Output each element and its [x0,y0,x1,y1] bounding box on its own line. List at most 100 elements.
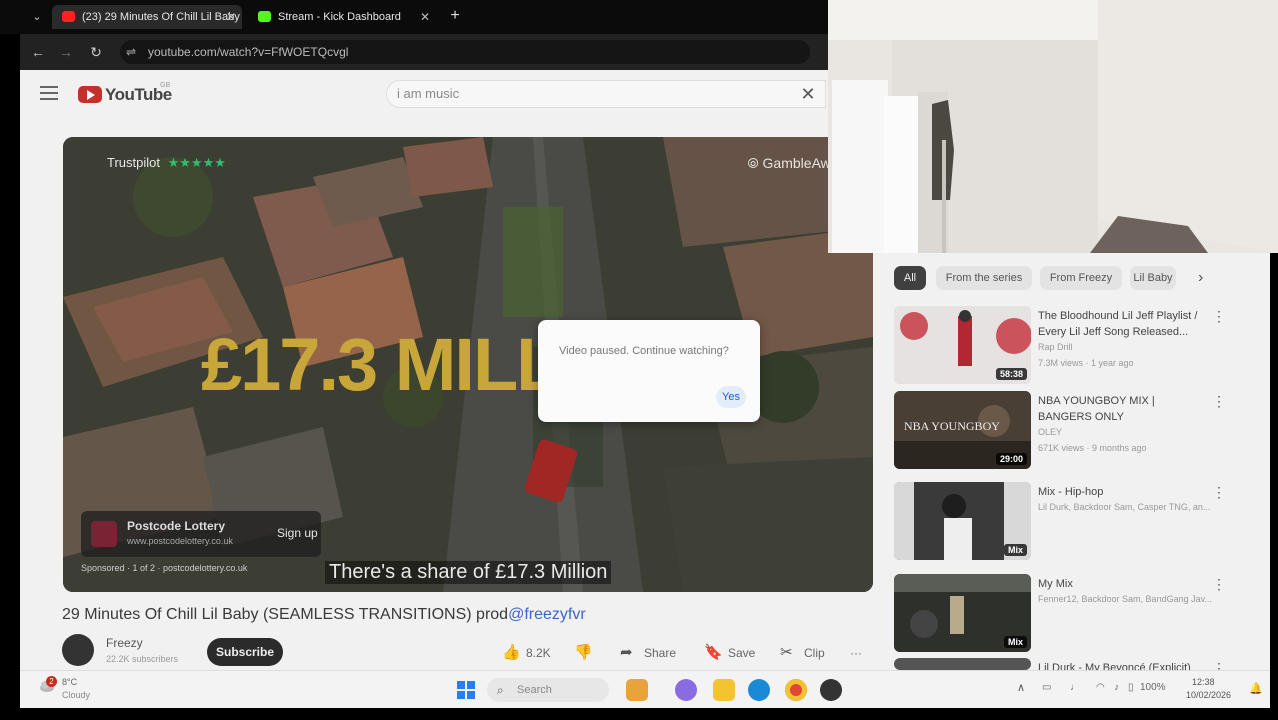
clock-time[interactable]: 12:38 [1192,677,1215,687]
tab-title: (23) 29 Minutes Of Chill Lil Baby [82,11,240,23]
volume-icon[interactable]: ♪ [1114,682,1119,693]
recommendation-meta: 7.3M views · 1 year ago [1038,358,1134,368]
kick-favicon-icon [258,11,271,22]
more-options-icon[interactable]: ⋮ [1212,484,1226,501]
hamburger-menu-icon[interactable] [40,86,58,100]
site-info-icon[interactable]: ⇌ [126,40,136,64]
battery-icon[interactable]: ▯ [1128,682,1134,693]
tab-close-icon[interactable]: ✕ [420,5,430,29]
recommendation-title[interactable]: NBA YOUNGBOY MIX | BANGERS ONLY [1038,393,1210,425]
recommendation-item[interactable]: Lil Durk - My Beyoncé (Explicit) ⋮ [894,658,1254,670]
tab-list-button[interactable]: ⌄ [26,6,48,28]
more-options-icon[interactable]: ⋮ [1212,393,1226,410]
more-actions-button[interactable]: ··· [850,640,862,666]
clip-icon: ✂ [780,644,793,661]
video-title-text: 29 Minutes Of Chill Lil Baby (SEAMLESS T… [62,606,509,623]
ad-info-text: Sponsored · 1 of 2 · postcodelottery.co.… [81,563,248,573]
pause-dialog: Video paused. Continue watching? Yes [538,320,760,422]
windows-start-icon[interactable] [457,681,475,699]
video-thumbnail[interactable]: Mix [894,482,1031,560]
reload-button[interactable]: ↻ [86,42,106,62]
video-thumbnail[interactable]: 58:38 [894,306,1031,384]
weather-temperature[interactable]: 8°C [62,677,77,687]
search-clear-icon[interactable]: ✕ [798,84,818,104]
more-options-icon[interactable]: ⋮ [1212,660,1226,670]
tab-title: Stream - Kick Dashboard [278,11,401,23]
mix-badge: Mix [1003,636,1027,648]
recommendation-title[interactable]: My Mix [1038,576,1210,592]
recommendation-title[interactable]: Lil Durk - My Beyoncé (Explicit) [1038,660,1210,670]
chip-from-freezy[interactable]: From Freezy [1040,266,1122,290]
clip-label: Clip [804,646,825,660]
recommendation-title[interactable]: Mix - Hip-hop [1038,484,1210,500]
chip-lil-baby[interactable]: Lil Baby [1130,266,1176,290]
trustpilot-text: Trustpilot [107,155,160,170]
recommendation-item[interactable]: NBA YOUNGBOY 29:00 NBA YOUNGBOY MIX | BA… [894,391,1254,469]
copilot-icon[interactable] [675,679,697,701]
recommendation-title[interactable]: The Bloodhound Lil Jeff Playlist / Every… [1038,308,1210,340]
youtube-play-icon [78,86,102,103]
microphone-tray-icon[interactable]: ♩ [1070,682,1080,693]
file-explorer-icon[interactable] [713,679,735,701]
back-button[interactable]: ← [28,42,48,62]
more-options-icon[interactable]: ⋮ [1212,308,1226,325]
like-button[interactable]: 👍 8.2K [502,640,551,666]
search-input[interactable]: i am music [386,80,826,108]
network-tray-icon[interactable]: ▭ [1042,682,1051,693]
obs-studio-icon[interactable] [820,679,842,701]
wifi-icon[interactable]: ◠ [1096,682,1105,693]
share-button[interactable]: ➦ Share [620,640,676,666]
video-thumbnail[interactable]: NBA YOUNGBOY 29:00 [894,391,1031,469]
dislike-icon: 👎 [574,644,593,661]
thumbnail-text: NBA YOUNGBOY [904,419,1000,433]
recommendation-item[interactable]: 58:38 The Bloodhound Lil Jeff Playlist /… [894,306,1254,384]
chip-from-series[interactable]: From the series [936,266,1032,290]
notification-bell-icon[interactable]: 🔔 [1249,682,1263,695]
save-button[interactable]: 🔖 Save [704,640,755,666]
ad-advertiser-name: Postcode Lottery [127,519,226,533]
chip-all[interactable]: All [894,266,926,290]
recommendation-meta: 671K views · 9 months ago [1038,443,1147,453]
show-hidden-icons-chevron-icon[interactable]: ∧ [1017,681,1025,694]
recommendation-item[interactable]: Mix Mix - Hip-hop Lil Durk, Backdoor Sam… [894,482,1254,560]
tab-close-icon[interactable]: ✕ [226,5,236,29]
sunglasses-app-icon[interactable] [626,679,648,701]
recommendation-channel[interactable]: Rap Drill [1038,342,1238,352]
weather-notification-badge: 2 [46,676,57,687]
forward-button[interactable]: → [56,42,76,62]
like-icon: 👍 [502,644,521,661]
logo-region: GB [160,82,171,89]
video-thumbnail[interactable]: Mix [894,574,1031,652]
more-options-icon[interactable]: ⋮ [1212,576,1226,593]
recommendation-channel[interactable]: OLEY [1038,427,1238,437]
edge-browser-icon[interactable] [748,679,770,701]
channel-avatar[interactable] [62,634,94,666]
share-label: Share [644,646,677,660]
ad-card[interactable]: Postcode Lottery www.postcodelottery.co.… [81,511,321,557]
video-title-tag-link[interactable]: @freezyfvr [508,606,586,623]
clock-date[interactable]: 10/02/2026 [1186,690,1231,700]
mix-badge: Mix [1003,544,1027,556]
chrome-browser-icon[interactable] [785,679,807,701]
tab-youtube[interactable]: (23) 29 Minutes Of Chill Lil Baby ✕ [52,5,242,29]
new-tab-button[interactable]: + [444,5,466,27]
duration-badge: 58:38 [995,368,1027,380]
dislike-button[interactable]: 👎 [574,640,598,666]
browser-toolbar: ← → ↻ ⇌ youtube.com/watch?v=FfWOETQcvgl [20,34,828,70]
channel-name[interactable]: Freezy [106,636,143,650]
weather-condition[interactable]: Cloudy [62,690,90,700]
chevron-right-icon[interactable]: › [1198,266,1218,290]
dialog-message: Video paused. Continue watching? [559,345,729,357]
webcam-room-image [828,0,1278,253]
share-icon: ➦ [620,644,633,661]
tab-kick-dashboard[interactable]: Stream - Kick Dashboard ✕ [248,5,436,29]
ad-signup-button[interactable]: Sign up [277,526,318,540]
recommendation-item[interactable]: Mix My Mix Fenner12, Backdoor Sam, BandG… [894,574,1254,652]
postcode-lottery-logo [91,521,117,547]
clip-button[interactable]: ✂ Clip [780,640,825,666]
continue-watching-yes-button[interactable]: Yes [716,386,746,408]
subscribe-button[interactable]: Subscribe [207,638,283,666]
address-bar[interactable]: ⇌ youtube.com/watch?v=FfWOETQcvgl [120,40,810,64]
video-thumbnail[interactable] [894,658,1031,670]
taskbar-search-input[interactable]: ⌕ Search [487,678,609,702]
